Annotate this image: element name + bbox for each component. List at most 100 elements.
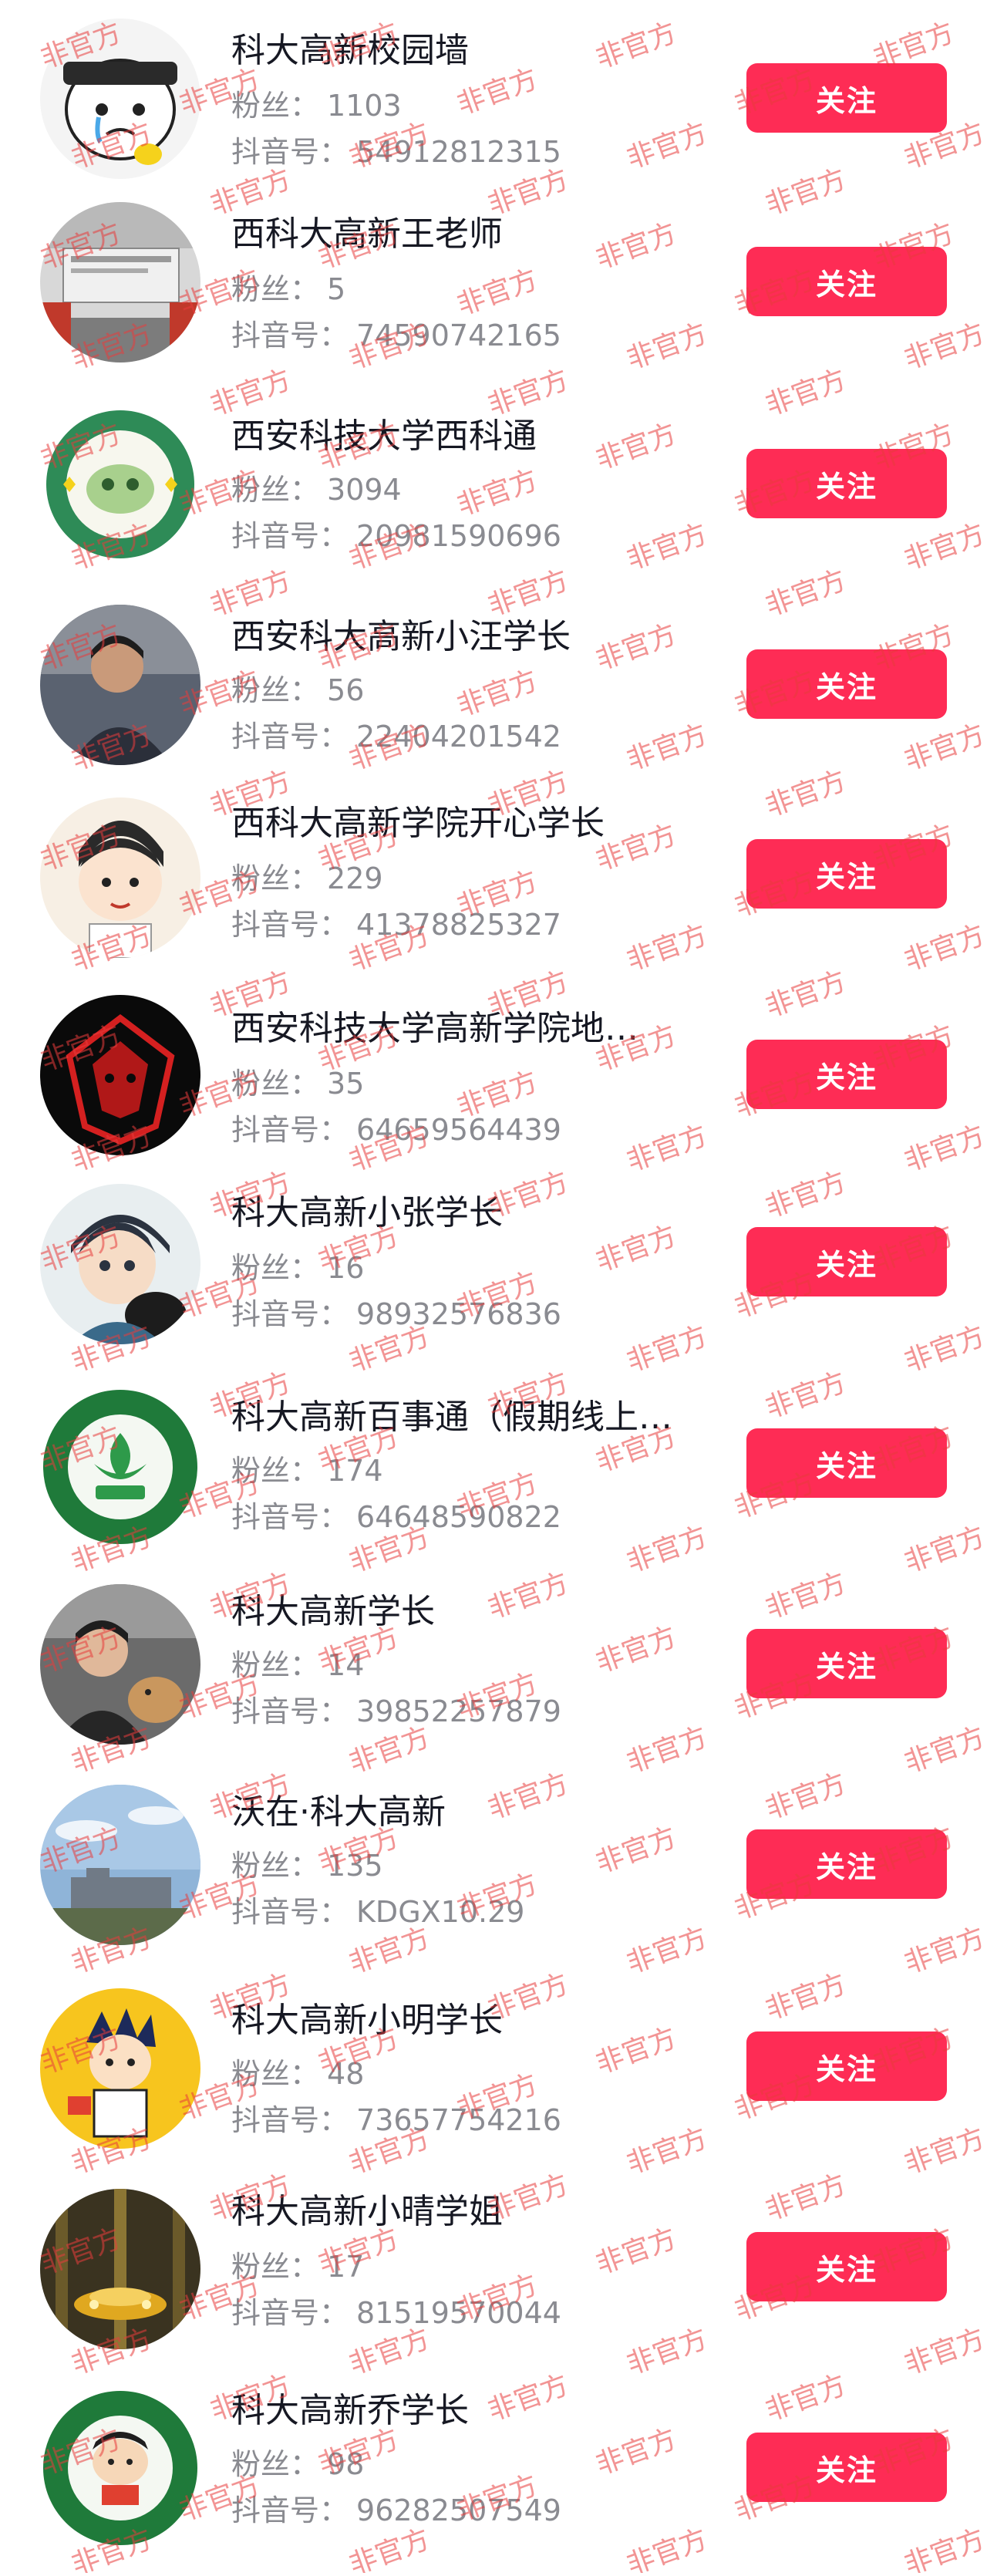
douyin-id-value: KDGX10.29 xyxy=(356,1895,525,1929)
douyin-id-label: 抖音号： xyxy=(231,908,349,942)
fans-count: 粉丝： 16 xyxy=(231,1249,364,1287)
fans-label: 粉丝： xyxy=(231,2250,320,2284)
douyin-id-value: 98932576836 xyxy=(356,1297,561,1331)
list-item[interactable]: 西科大高新学院开心学长 粉丝： 229 抖音号： 41378825327 关注 xyxy=(0,794,987,987)
follow-button[interactable]: 关注 xyxy=(746,2232,947,2301)
account-name[interactable]: 西科大高新学院开心学长 xyxy=(231,802,605,845)
follow-button[interactable]: 关注 xyxy=(746,2031,947,2101)
follow-button[interactable]: 关注 xyxy=(746,1040,947,1109)
douyin-id: 抖音号： 98932576836 xyxy=(231,1295,561,1334)
follow-button[interactable]: 关注 xyxy=(746,247,947,316)
list-item[interactable]: 科大高新学长 粉丝： 14 抖音号： 39852257879 关注 xyxy=(0,1581,987,1774)
account-name[interactable]: 西安科技大学高新学院地… xyxy=(231,1007,638,1050)
follow-button[interactable]: 关注 xyxy=(746,449,947,518)
account-name[interactable]: 科大高新乔学长 xyxy=(231,2389,469,2433)
list-item[interactable]: 西科大高新王老师 粉丝： 5 抖音号： 74590742165 关注 xyxy=(0,193,987,386)
douyin-id-label: 抖音号： xyxy=(231,1113,349,1147)
list-item[interactable]: 科大高新百事通（假期线上… 粉丝： 174 抖音号： 64648590822 关注 xyxy=(0,1381,987,1573)
fans-label: 粉丝： xyxy=(231,1251,320,1285)
follow-button[interactable]: 关注 xyxy=(746,2433,947,2502)
douyin-id-label: 抖音号： xyxy=(231,2493,349,2527)
fans-label: 粉丝： xyxy=(231,1067,320,1101)
fans-count: 粉丝： 48 xyxy=(231,2055,364,2093)
anime-boy-cat-avatar[interactable] xyxy=(40,1184,200,1344)
douyin-id-label: 抖音号： xyxy=(231,1500,349,1534)
douyin-id-label: 抖音号： xyxy=(231,319,349,352)
douyin-id: 抖音号： 20981590696 xyxy=(231,517,561,555)
douyin-id-value: 54912812315 xyxy=(356,135,561,169)
douyin-id-value: 39852257879 xyxy=(356,1694,561,1728)
account-name[interactable]: 科大高新校园墙 xyxy=(231,29,469,72)
fans-label: 粉丝： xyxy=(231,1849,320,1883)
account-name[interactable]: 科大高新小明学长 xyxy=(231,1999,503,2042)
list-item[interactable]: 科大高新小明学长 粉丝： 48 抖音号： 73657754216 关注 xyxy=(0,1982,987,2175)
red-wolf-emblem-avatar[interactable] xyxy=(40,995,200,1155)
follow-button[interactable]: 关注 xyxy=(746,839,947,909)
account-name[interactable]: 西安科大高新小汪学长 xyxy=(231,615,571,659)
list-item[interactable]: 科大高新乔学长 粉丝： 98 抖音号： 96282507549 关注 xyxy=(0,2383,987,2576)
douyin-id-value: 64659564439 xyxy=(356,1113,561,1147)
fans-count: 粉丝： 56 xyxy=(231,671,364,710)
douyin-id-label: 抖音号： xyxy=(231,1297,349,1331)
list-item[interactable]: 西安科技大学高新学院地… 粉丝： 35 抖音号： 64659564439 关注 xyxy=(0,995,987,1188)
account-name[interactable]: 科大高新小张学长 xyxy=(231,1192,503,1235)
university-green-seal-avatar[interactable] xyxy=(40,1387,200,1547)
follow-button[interactable]: 关注 xyxy=(746,1428,947,1498)
golden-chandelier-avatar[interactable] xyxy=(40,2189,200,2349)
douyin-id: 抖音号： 64659564439 xyxy=(231,1111,561,1149)
fans-value: 229 xyxy=(327,861,383,895)
account-name[interactable]: 西科大高新王老师 xyxy=(231,213,503,256)
account-name[interactable]: 科大高新百事通（假期线上… xyxy=(231,1396,672,1439)
person-photo-avatar[interactable] xyxy=(40,605,200,765)
fans-count: 粉丝： 5 xyxy=(231,270,345,309)
fans-value: 48 xyxy=(327,2057,365,2091)
list-item[interactable]: 科大高新校园墙 粉丝： 1103 抖音号： 54912812315 关注 xyxy=(0,0,987,193)
fans-label: 粉丝： xyxy=(231,1648,320,1682)
university-seal-cartoon-avatar[interactable] xyxy=(40,2388,200,2548)
follow-button[interactable]: 关注 xyxy=(746,1829,947,1899)
douyin-id-label: 抖音号： xyxy=(231,720,349,754)
douyin-id-label: 抖音号： xyxy=(231,1694,349,1728)
douyin-id: 抖音号： 64648590822 xyxy=(231,1498,561,1536)
douyin-id-label: 抖音号： xyxy=(231,2296,349,2330)
list-item[interactable]: 西安科技大学西科通 粉丝： 3094 抖音号： 20981590696 关注 xyxy=(0,393,987,586)
follow-button[interactable]: 关注 xyxy=(746,1227,947,1296)
douyin-id-label: 抖音号： xyxy=(231,135,349,169)
fans-label: 粉丝： xyxy=(231,673,320,707)
person-with-dog-avatar[interactable] xyxy=(40,1584,200,1745)
cartoon-boy-avatar[interactable] xyxy=(40,797,200,958)
list-item[interactable]: 沃在·科大高新 粉丝： 135 抖音号： KDGX10.29 关注 xyxy=(0,1782,987,1974)
building-sign-avatar[interactable] xyxy=(40,202,200,362)
douyin-id: 抖音号： 22404201542 xyxy=(231,717,561,756)
douyin-id-label: 抖音号： xyxy=(231,1895,349,1929)
campus-sky-avatar[interactable] xyxy=(40,1785,200,1945)
fans-value: 98 xyxy=(327,2447,365,2481)
fans-value: 56 xyxy=(327,673,365,707)
fans-label: 粉丝： xyxy=(231,2447,320,2481)
fans-count: 粉丝： 1103 xyxy=(231,86,402,125)
follow-button[interactable]: 关注 xyxy=(746,63,947,133)
account-name[interactable]: 西安科技大学西科通 xyxy=(231,415,537,458)
list-item[interactable]: 西安科大高新小汪学长 粉丝： 56 抖音号： 22404201542 关注 xyxy=(0,594,987,787)
follow-button[interactable]: 关注 xyxy=(746,1629,947,1698)
fans-value: 14 xyxy=(327,1648,365,1682)
xiketong-green-badge-avatar[interactable] xyxy=(40,404,200,565)
cartoon-crying-face-avatar[interactable] xyxy=(40,19,200,179)
douyin-id-value: 96282507549 xyxy=(356,2493,561,2527)
douyin-id: 抖音号： 54912812315 xyxy=(231,133,561,171)
fans-value: 5 xyxy=(327,272,346,306)
cartoon-yellow-avatar[interactable] xyxy=(40,1988,200,2149)
follow-button[interactable]: 关注 xyxy=(746,649,947,719)
fans-label: 粉丝： xyxy=(231,1454,320,1488)
account-name[interactable]: 科大高新小晴学姐 xyxy=(231,2190,503,2234)
fans-value: 3094 xyxy=(327,473,402,507)
fans-label: 粉丝： xyxy=(231,473,320,507)
list-item[interactable]: 科大高新小张学长 粉丝： 16 抖音号： 98932576836 关注 xyxy=(0,1184,987,1377)
fans-label: 粉丝： xyxy=(231,89,320,123)
list-item[interactable]: 科大高新小晴学姐 粉丝： 17 抖音号： 81519570044 关注 xyxy=(0,2183,987,2375)
account-name[interactable]: 科大高新学长 xyxy=(231,1590,435,1634)
fans-value: 135 xyxy=(327,1849,383,1883)
douyin-id-value: 64648590822 xyxy=(356,1500,561,1534)
fans-label: 粉丝： xyxy=(231,861,320,895)
account-name[interactable]: 沃在·科大高新 xyxy=(231,1791,446,1834)
